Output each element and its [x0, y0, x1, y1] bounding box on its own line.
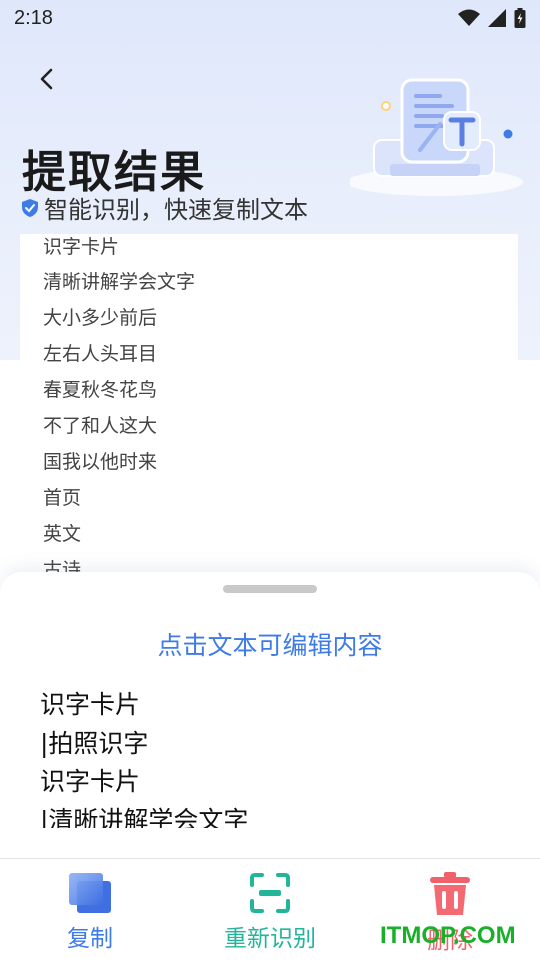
list-item: 首页: [43, 487, 82, 509]
list-item: 不了和人这大: [43, 415, 158, 437]
recognized-text-list[interactable]: 识字卡片 清晰讲解学会文字 大小多少前后 左右人头耳目 春夏秋冬花鸟 不了和人这…: [20, 234, 518, 594]
rerecognize-label: 重新识别: [224, 926, 316, 952]
list-item: 春夏秋冬花鸟: [43, 379, 158, 401]
status-time: 2:18: [14, 6, 53, 29]
subtitle-text: 智能识别，快速复制文本: [44, 196, 308, 224]
edit-line[interactable]: 识字卡片: [40, 763, 500, 802]
wifi-icon: [458, 9, 480, 26]
trash-icon: [430, 872, 470, 915]
list-item: 识字卡片: [43, 236, 120, 258]
editable-text-area[interactable]: 识字卡片 |拍照识字 识字卡片 |清晰讲解学会文字: [40, 686, 500, 828]
list-item: 大小多少前后: [43, 307, 158, 329]
status-bar: 2:18: [0, 0, 540, 36]
status-icons: [458, 8, 526, 28]
drag-handle[interactable]: [223, 585, 317, 593]
edit-bottom-sheet: 点击文本可编辑内容 识字卡片 |拍照识字 识字卡片 |清晰讲解学会文字: [0, 572, 540, 872]
edit-hint: 点击文本可编辑内容: [157, 631, 383, 660]
list-item: 国我以他时来: [43, 451, 158, 473]
copy-icon: [69, 873, 111, 913]
shield-check-icon: [22, 198, 38, 217]
back-button[interactable]: [30, 62, 64, 96]
copy-label: 复制: [67, 926, 113, 952]
copy-button[interactable]: 复制: [10, 871, 170, 953]
document-text-illustration: [350, 78, 523, 196]
scan-icon: [250, 873, 290, 913]
list-item: 清晰讲解学会文字: [43, 271, 196, 293]
edit-line[interactable]: |拍照识字: [40, 725, 500, 764]
subtitle: 智能识别，快速复制文本: [22, 190, 308, 225]
edit-line[interactable]: 识字卡片: [40, 686, 500, 725]
signal-icon: [488, 9, 506, 27]
list-item: 左右人头耳目: [43, 343, 158, 365]
watermark-text: ITMOP.COM: [380, 922, 516, 949]
list-item: 英文: [43, 523, 82, 545]
rerecognize-button[interactable]: 重新识别: [190, 871, 350, 953]
chevron-left-icon: [40, 68, 53, 90]
battery-icon: [514, 8, 526, 28]
edit-line[interactable]: |清晰讲解学会文字: [40, 802, 500, 829]
